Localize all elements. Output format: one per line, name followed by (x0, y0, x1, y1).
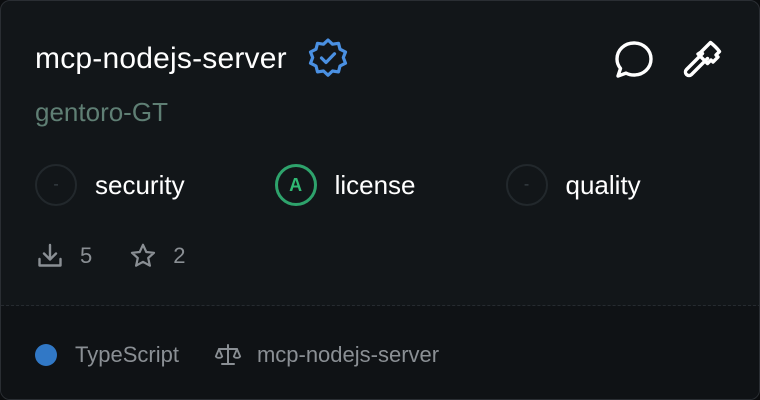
verified-badge-icon (305, 36, 351, 82)
quality-score[interactable]: - quality (505, 164, 641, 206)
quality-grade: - (505, 164, 548, 206)
stars-count: 2 (173, 243, 186, 268)
license-score[interactable]: A license (274, 164, 416, 206)
card-footer: TypeScript mcp-nodejs-server (1, 306, 759, 399)
title-row: mcp-nodejs-server (35, 35, 351, 83)
downloads-count: 5 (80, 243, 93, 268)
score-row: - security A license - quality (35, 164, 641, 206)
chat-bubble-icon[interactable] (611, 37, 657, 83)
card-actions (611, 37, 725, 83)
star-icon[interactable] (128, 241, 158, 271)
language-name: TypeScript (75, 342, 179, 367)
security-label: security (95, 169, 185, 200)
security-score[interactable]: - security (35, 164, 185, 206)
language-color-dot (35, 344, 57, 366)
owner-link[interactable]: gentoro-GT (35, 97, 168, 128)
hammer-icon[interactable] (679, 37, 725, 83)
license-grade: A (274, 164, 317, 206)
download-icon (35, 241, 65, 271)
downloads-stat: 5 (35, 241, 92, 271)
security-grade: - (35, 164, 77, 206)
scale-icon (213, 340, 243, 370)
server-card[interactable]: mcp-nodejs-server gentoro-GT - security (0, 0, 760, 400)
server-name[interactable]: mcp-nodejs-server (35, 42, 287, 76)
license-name: mcp-nodejs-server (256, 342, 440, 367)
stats-row: 5 2 (35, 241, 186, 271)
quality-label: quality (565, 169, 641, 200)
stars-stat[interactable]: 2 (128, 241, 186, 271)
license-label: license (334, 169, 416, 200)
footer-row: TypeScript mcp-nodejs-server (35, 340, 439, 370)
